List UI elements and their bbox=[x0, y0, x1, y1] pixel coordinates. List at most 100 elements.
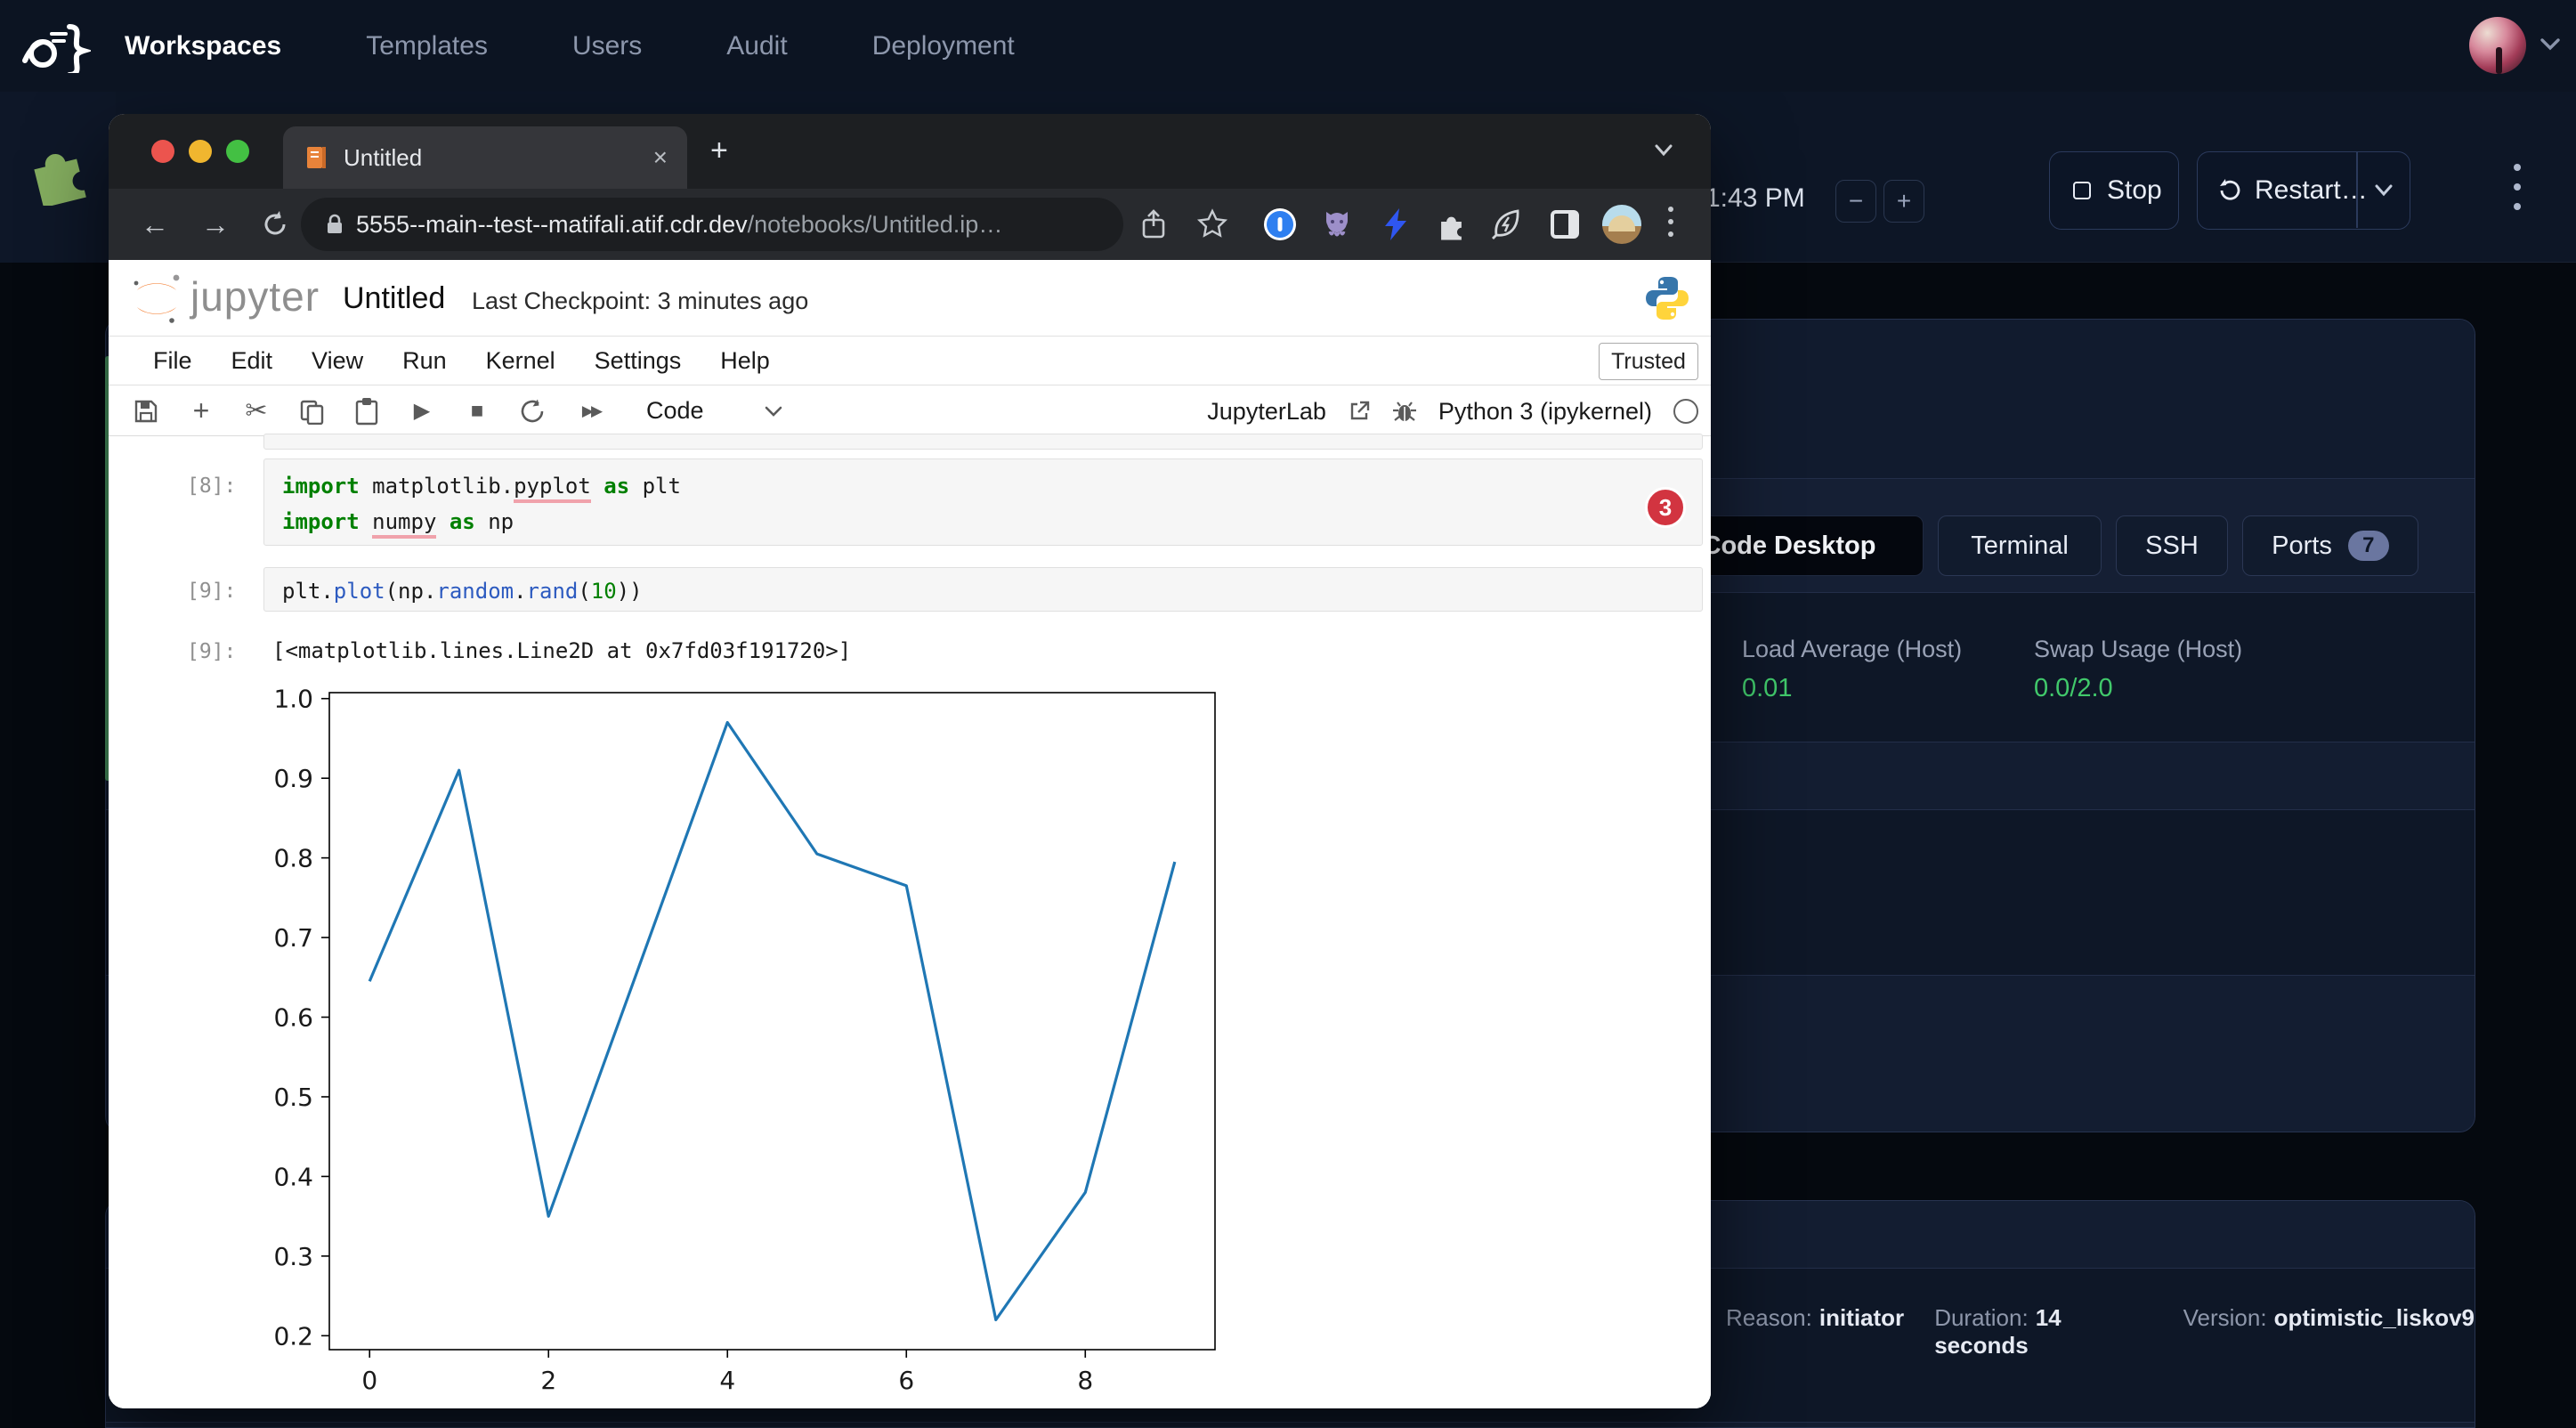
swap-usage-label: Swap Usage (Host) bbox=[2034, 636, 2242, 663]
load-average-label: Load Average (Host) bbox=[1742, 636, 1962, 663]
svg-text:0.4: 0.4 bbox=[273, 1162, 313, 1191]
kernel-status-icon[interactable] bbox=[1673, 399, 1698, 424]
url-host: 5555--main--test--matifali.atif.cdr.dev bbox=[356, 211, 748, 239]
insert-cell-icon[interactable]: + bbox=[183, 394, 219, 429]
load-average-value: 0.01 bbox=[1742, 674, 1792, 703]
cut-cells-icon[interactable]: ✂ bbox=[239, 394, 274, 429]
notebook-title[interactable]: Untitled bbox=[343, 281, 445, 316]
clock-time: 1:43 PM bbox=[1705, 183, 1805, 214]
top-nav: Workspaces Templates Users Audit Deployment bbox=[0, 0, 2576, 92]
menu-edit[interactable]: Edit bbox=[231, 347, 273, 375]
svg-text:0.3: 0.3 bbox=[273, 1242, 313, 1271]
svg-text:4: 4 bbox=[719, 1366, 735, 1395]
paste-cells-icon[interactable] bbox=[349, 394, 385, 429]
tab-title: Untitled bbox=[344, 144, 422, 172]
nav-item-deployment[interactable]: Deployment bbox=[872, 31, 1015, 61]
ports-button[interactable]: Ports 7 bbox=[2242, 515, 2418, 576]
terminal-label: Terminal bbox=[1971, 531, 2069, 561]
zoom-out-button[interactable]: − bbox=[1835, 180, 1876, 223]
external-link-icon[interactable] bbox=[1348, 400, 1371, 423]
new-tab-button[interactable]: + bbox=[710, 134, 728, 168]
energy-saver-icon[interactable] bbox=[1488, 205, 1527, 244]
save-icon[interactable] bbox=[128, 394, 164, 429]
window-zoom-button[interactable] bbox=[226, 140, 249, 163]
jupyter-header: jupyter Untitled Last Checkpoint: 3 minu… bbox=[109, 260, 1711, 337]
build-meta-row: Reason:initiator Duration:14 seconds Ver… bbox=[1726, 1304, 2475, 1359]
window-minimize-button[interactable] bbox=[189, 140, 212, 163]
forward-icon[interactable]: → bbox=[201, 208, 230, 241]
notebook-area[interactable]: [8]: import matplotlib.pyplot as plt imp… bbox=[109, 437, 1711, 1408]
svg-text:2: 2 bbox=[540, 1366, 556, 1395]
user-menu-chevron-icon[interactable] bbox=[2539, 36, 2562, 52]
menu-help[interactable]: Help bbox=[720, 347, 770, 375]
side-panel-icon[interactable] bbox=[1545, 205, 1584, 244]
restart-options-chevron-icon[interactable] bbox=[2372, 183, 2395, 199]
menu-kernel[interactable]: Kernel bbox=[486, 347, 555, 375]
url-path: /notebooks/Untitled.ip… bbox=[748, 211, 1003, 239]
browser-menu-icon[interactable] bbox=[1668, 207, 1673, 237]
zoom-in-button[interactable]: + bbox=[1883, 180, 1924, 223]
swap-usage-value: 0.0/2.0 bbox=[2034, 674, 2113, 703]
bookmark-star-icon[interactable] bbox=[1196, 208, 1228, 240]
cell-type-select[interactable]: Code bbox=[646, 397, 704, 425]
browser-toolbar: ← → 5555--main--test--matifali.atif.cdr.… bbox=[109, 189, 1711, 260]
run-all-cells-icon[interactable]: ▶▶ bbox=[570, 394, 612, 429]
menu-file[interactable]: File bbox=[153, 347, 192, 375]
svg-text:0.6: 0.6 bbox=[273, 1003, 313, 1033]
browser-profile-avatar[interactable] bbox=[1602, 205, 1641, 244]
coder-logo[interactable] bbox=[20, 20, 91, 73]
cell-type-chevron-icon[interactable] bbox=[763, 404, 784, 418]
interrupt-kernel-icon[interactable]: ■ bbox=[459, 394, 495, 429]
browser-titlebar[interactable]: Untitled × + bbox=[109, 114, 1711, 189]
build-card-footer bbox=[106, 1423, 2475, 1428]
browser-tab[interactable]: Untitled × bbox=[283, 126, 687, 189]
lightning-bolt-icon[interactable] bbox=[1376, 205, 1415, 244]
browser-window: Untitled × + ← → 5555--main--test--matif… bbox=[109, 114, 1711, 1408]
nav-item-audit[interactable]: Audit bbox=[726, 31, 787, 61]
user-avatar[interactable] bbox=[2469, 17, 2526, 74]
stop-label: Stop bbox=[2107, 175, 2162, 206]
extensions-puzzle-icon[interactable] bbox=[1433, 205, 1472, 244]
trusted-button[interactable]: Trusted bbox=[1599, 343, 1698, 380]
menu-view[interactable]: View bbox=[312, 347, 363, 375]
window-close-button[interactable] bbox=[151, 140, 174, 163]
svg-text:0: 0 bbox=[361, 1366, 377, 1395]
tab-close-icon[interactable]: × bbox=[653, 143, 668, 172]
share-icon[interactable] bbox=[1139, 208, 1168, 240]
workspace-more-options-button[interactable] bbox=[2514, 164, 2521, 210]
back-icon[interactable]: ← bbox=[141, 208, 169, 241]
open-jupyterlab-link[interactable]: JupyterLab bbox=[1207, 398, 1326, 426]
menu-run[interactable]: Run bbox=[402, 347, 447, 375]
lock-icon bbox=[324, 212, 345, 237]
restart-workspace-button[interactable]: Restart… bbox=[2197, 151, 2410, 230]
run-cell-icon[interactable]: ▶ bbox=[404, 394, 440, 429]
kernel-name[interactable]: Python 3 (ipykernel) bbox=[1438, 398, 1652, 426]
ssh-button[interactable]: SSH bbox=[2116, 515, 2228, 576]
workspace-app-tile[interactable] bbox=[0, 92, 116, 263]
jupyter-toolbar: + ✂ ▶ ■ ▶▶ Code JupyterLab bbox=[109, 386, 1711, 436]
collaborator-count-badge[interactable]: 3 bbox=[1645, 487, 1686, 528]
ports-count-badge: 7 bbox=[2348, 531, 2389, 561]
nav-item-users[interactable]: Users bbox=[572, 31, 642, 61]
svg-text:0.9: 0.9 bbox=[273, 764, 313, 793]
nav-item-templates[interactable]: Templates bbox=[366, 31, 488, 61]
nav-item-workspaces[interactable]: Workspaces bbox=[125, 31, 281, 61]
svg-text:0.2: 0.2 bbox=[273, 1321, 313, 1351]
onepassword-icon[interactable] bbox=[1260, 205, 1300, 244]
stop-workspace-button[interactable]: Stop bbox=[2049, 151, 2179, 230]
code-cell-plot[interactable]: plt.plot(np.random.rand(10)) bbox=[263, 567, 1703, 612]
code-line: plt.plot(np.random.rand(10)) bbox=[282, 573, 1684, 609]
terminal-button[interactable]: Terminal bbox=[1938, 515, 2102, 576]
copy-cells-icon[interactable] bbox=[294, 394, 329, 429]
code-desktop-label: Code Desktop bbox=[1703, 531, 1876, 561]
code-cell-imports[interactable]: import matplotlib.pyplot as plt import n… bbox=[263, 458, 1703, 546]
menu-settings[interactable]: Settings bbox=[595, 347, 682, 375]
clipped-cell-above[interactable] bbox=[263, 434, 1703, 450]
stop-square-icon bbox=[2073, 182, 2091, 199]
debugger-bug-icon[interactable] bbox=[1392, 399, 1417, 424]
restart-kernel-icon[interactable] bbox=[514, 394, 550, 429]
tab-search-chevron-icon[interactable] bbox=[1652, 142, 1675, 158]
reload-icon[interactable] bbox=[260, 209, 290, 239]
github-octocat-icon[interactable] bbox=[1317, 205, 1357, 244]
address-bar[interactable]: 5555--main--test--matifali.atif.cdr.dev/… bbox=[301, 198, 1123, 251]
